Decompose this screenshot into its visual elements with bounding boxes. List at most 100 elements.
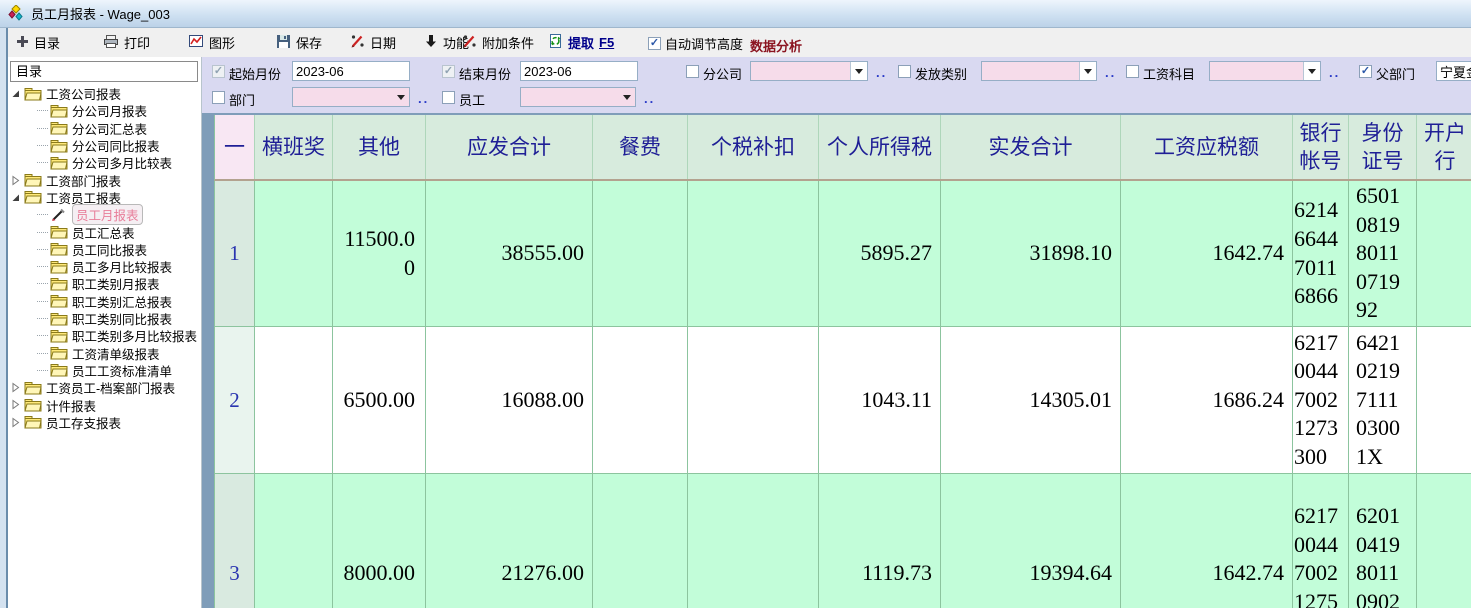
employee-combobox[interactable]	[520, 87, 636, 107]
tree-item-row[interactable]: 分公司汇总表	[8, 120, 201, 137]
table-cell[interactable]: 64210219711103001X	[1349, 327, 1417, 473]
table-cell[interactable]	[688, 327, 819, 473]
tree-item-row[interactable]: 分公司月报表	[8, 102, 201, 119]
tree-item-row[interactable]: 职工类别多月比较报表	[8, 327, 201, 344]
pay-category-browse-button[interactable]: ..	[1105, 69, 1116, 77]
tree-item-row[interactable]: 职工类别汇总报表	[8, 293, 201, 310]
data-analysis-button[interactable]: 数据分析	[750, 36, 802, 55]
table-cell[interactable]: 21276.00	[426, 474, 593, 608]
table-cell[interactable]	[255, 327, 333, 473]
graph-button[interactable]: 图形	[188, 32, 235, 53]
employee-checkbox[interactable]	[442, 91, 455, 104]
catalog-button[interactable]: 目录	[16, 32, 60, 53]
table-cell[interactable]: 6217004470021275461	[1293, 474, 1349, 608]
extra-condition-button[interactable]: 附加条件	[462, 32, 534, 53]
tree-item-row[interactable]: 分公司多月比较表	[8, 154, 201, 171]
table-cell[interactable]: 38555.00	[426, 181, 593, 326]
extract-button[interactable]: 提取F5	[548, 32, 614, 53]
chevron-down-icon[interactable]	[1303, 62, 1320, 80]
tree-item-row[interactable]: 分公司同比报表	[8, 137, 201, 154]
printer-icon	[103, 34, 119, 52]
red-pen-icon	[462, 34, 477, 51]
table-cell[interactable]: 19394.64	[941, 474, 1121, 608]
parent-dept-input[interactable]	[1436, 61, 1471, 81]
employee-browse-button[interactable]: ..	[644, 95, 655, 103]
tree-item-row[interactable]: 工资部门报表	[8, 171, 201, 188]
table-cell[interactable]	[1417, 474, 1471, 608]
table-cell[interactable]: 6217004470021273300	[1293, 327, 1349, 473]
start-month-checkbox[interactable]	[212, 65, 225, 78]
table-cell[interactable]: 31898.10	[941, 181, 1121, 326]
table-cell[interactable]: 1642.74	[1121, 181, 1293, 326]
tree-item-row[interactable]: 员工多月比较报表	[8, 258, 201, 275]
chevron-down-icon[interactable]	[1079, 62, 1096, 80]
tree-collapsed-icon[interactable]	[10, 382, 22, 393]
table-cell[interactable]	[593, 474, 688, 608]
table-cell[interactable]	[688, 474, 819, 608]
table-cell[interactable]: 1043.11	[819, 327, 941, 473]
tree-item-row[interactable]: 职工类别月报表	[8, 275, 201, 292]
table-cell[interactable]	[593, 327, 688, 473]
table-cell[interactable]	[255, 474, 333, 608]
tree-collapsed-icon[interactable]	[10, 417, 22, 428]
tree-expanded-icon[interactable]	[10, 192, 22, 203]
row-number-cell[interactable]: 3	[215, 474, 255, 608]
table-cell[interactable]: 1642.74	[1121, 474, 1293, 608]
tree-item-row[interactable]: 计件报表	[8, 396, 201, 413]
tree-item-row[interactable]: 员工同比报表	[8, 241, 201, 258]
table-cell[interactable]: 6500.00	[333, 327, 426, 473]
row-number-cell[interactable]: 1	[215, 181, 255, 326]
table-cell[interactable]: 1686.24	[1121, 327, 1293, 473]
table-cell[interactable]	[1417, 181, 1471, 326]
chevron-down-icon[interactable]	[850, 62, 867, 80]
department-combobox[interactable]	[292, 87, 410, 107]
wage-subject-checkbox[interactable]	[1126, 65, 1139, 78]
tree-expanded-icon[interactable]	[10, 88, 22, 99]
end-month-checkbox[interactable]	[442, 65, 455, 78]
tree-item-row[interactable]: 工资公司报表	[8, 85, 201, 102]
branch-checkbox[interactable]	[686, 65, 699, 78]
tree-collapsed-icon[interactable]	[10, 175, 22, 186]
table-cell[interactable]	[593, 181, 688, 326]
parent-dept-checkbox[interactable]	[1359, 65, 1372, 78]
auto-height-checkbox[interactable]	[648, 37, 661, 50]
tree-item-row[interactable]: 员工存支报表	[8, 414, 201, 431]
table-cell[interactable]: 620104198011090295	[1349, 474, 1417, 608]
pay-category-checkbox[interactable]	[898, 65, 911, 78]
wage-subject-combobox[interactable]	[1209, 61, 1321, 81]
print-button[interactable]: 打印	[103, 32, 150, 53]
tree-item-row[interactable]: 员工汇总表	[8, 223, 201, 240]
table-cell[interactable]: 14305.01	[941, 327, 1121, 473]
tree-item-row[interactable]: 工资员工-档案部门报表	[8, 379, 201, 396]
row-number-cell[interactable]: 2	[215, 327, 255, 473]
save-button[interactable]: 保存	[276, 32, 322, 53]
branch-combobox[interactable]	[750, 61, 868, 81]
table-cell[interactable]: 8000.00	[333, 474, 426, 608]
tree-collapsed-icon[interactable]	[10, 399, 22, 410]
branch-browse-button[interactable]: ..	[876, 69, 887, 77]
tree-item-row[interactable]: 员工工资标准清单	[8, 362, 201, 379]
start-month-input[interactable]	[292, 61, 410, 81]
wage-subject-browse-button[interactable]: ..	[1329, 69, 1340, 77]
table-cell[interactable]: 11500.00	[333, 181, 426, 326]
tree-guide-line	[37, 128, 48, 129]
chevron-down-icon[interactable]	[619, 88, 635, 106]
table-cell[interactable]: 6214664470116866	[1293, 181, 1349, 326]
department-browse-button[interactable]: ..	[418, 95, 429, 103]
table-cell[interactable]: 5895.27	[819, 181, 941, 326]
table-cell[interactable]	[688, 181, 819, 326]
table-cell[interactable]: 16088.00	[426, 327, 593, 473]
tree-item-row[interactable]: 职工类别同比报表	[8, 310, 201, 327]
table-cell[interactable]: 1119.73	[819, 474, 941, 608]
pay-category-combobox[interactable]	[981, 61, 1097, 81]
tree-item-row[interactable]: 工资清单级报表	[8, 344, 201, 361]
department-checkbox[interactable]	[212, 91, 225, 104]
table-cell[interactable]: 650108198011071992	[1349, 181, 1417, 326]
auto-height-toggle[interactable]: 自动调节高度	[648, 34, 743, 53]
end-month-input[interactable]	[520, 61, 638, 81]
table-cell[interactable]	[255, 181, 333, 326]
tree-item-selected[interactable]: 员工月报表	[8, 206, 201, 223]
date-button[interactable]: 日期	[350, 32, 396, 53]
table-cell[interactable]	[1417, 327, 1471, 473]
chevron-down-icon[interactable]	[393, 88, 409, 106]
